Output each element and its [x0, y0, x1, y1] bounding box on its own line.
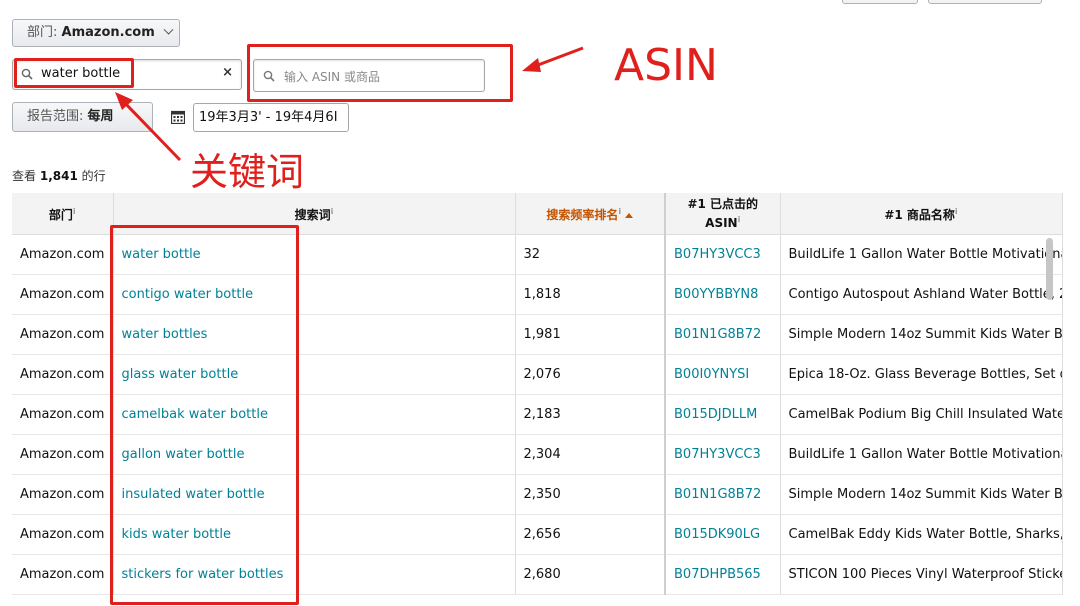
keyword-annotation-label: 关键词 — [190, 150, 305, 194]
asin-arrow-head — [522, 58, 541, 72]
keyword-arrow — [120, 98, 182, 162]
asin-annotation-label: ASIN — [614, 40, 718, 91]
annotation-arrows — [115, 46, 584, 162]
